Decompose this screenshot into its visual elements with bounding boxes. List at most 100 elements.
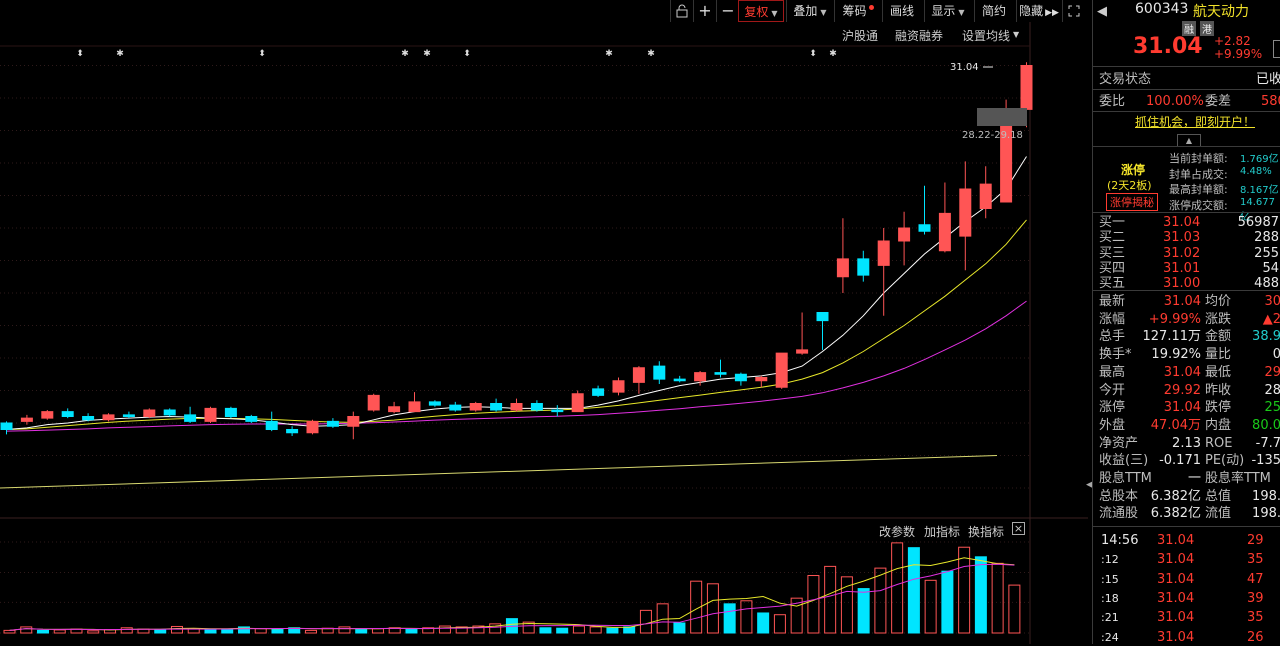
diejia-label: 叠加 [793,4,818,18]
huaxian-button[interactable]: 画线 [882,0,921,22]
divider [1093,89,1280,90]
volume-bar [958,546,971,634]
tick-volume: 29 [1247,533,1264,548]
tick-time: :15 [1101,572,1119,586]
notification-dot-icon [868,5,874,10]
fuquan-button[interactable]: 复权 ▼ [738,0,784,22]
candle-fill [776,353,788,388]
volume-bar [254,628,267,634]
candle-fill [837,258,849,277]
chevron-down-icon: ▼ [771,9,778,18]
stat-value: 6.382亿 [1150,506,1201,522]
volume-bar [338,626,351,634]
volume-bar [355,629,368,634]
candle-fill [572,393,584,412]
stat-label: 流值 [1205,506,1232,522]
volume-bar [304,629,317,634]
stat-value: 0 [1272,347,1280,363]
volume-bar [941,570,954,634]
candle-body [714,372,727,375]
candle-fill [103,414,114,420]
stat-label: 股息率TTM [1205,471,1271,486]
candle-body [592,388,605,396]
stat-value: 31.04 [1163,294,1201,309]
trade-status-label: 交易状态 [1099,72,1152,87]
yincang-button[interactable]: 隐藏 ▶▶ [1016,0,1061,22]
volume-bar [371,628,384,634]
xianshi-button[interactable]: 显示 ▼ [924,0,971,22]
stat-value: 一 [1187,471,1201,486]
stat-label: ROE [1205,435,1233,451]
stat-label: 跌停 [1205,400,1232,416]
candle-fill [409,401,420,412]
stat-label: 今开 [1099,382,1126,398]
candle-body [734,373,747,382]
stat-value: 31.04 [1163,400,1201,416]
limit-stat-label: 涨停成交额: [1169,198,1228,212]
volume-bar [271,628,284,634]
fullscreen-icon[interactable] [1062,0,1085,22]
jianyue-button[interactable]: 简约 [974,0,1013,22]
chevron-down-icon: ▼ [958,8,965,17]
tick-time: :21 [1101,611,1119,625]
stat-label: 流通股 [1099,506,1139,522]
candle-body [428,401,441,406]
zoom-out-icon[interactable]: − [716,0,739,22]
volume-bar [221,628,234,634]
back-icon[interactable]: ◀ [1097,4,1107,19]
candle-body [449,404,462,411]
event-marker-icon: ✱ [829,49,837,59]
weibi-label: 委比 [1099,94,1126,109]
volume-bar [991,562,1004,634]
candle-body [61,411,74,417]
stat-value: 28 [1264,382,1280,398]
candle-fill [470,403,482,410]
candle-fill [205,408,216,422]
volume-bar [170,625,183,634]
volume-bar [773,614,786,634]
open-account-banner[interactable]: 抓住机会，即刻开户！ [1135,114,1255,131]
stock-name: 航天动力 [1193,4,1249,20]
stat-label: 股息TTM [1099,471,1152,486]
stat-label: 最新 [1099,294,1126,309]
tick-time: :24 [1101,630,1119,644]
candle-body [184,414,197,422]
limit-up-reveal-button[interactable]: 涨停揭秘 [1106,193,1158,211]
huaxian-label: 画线 [889,4,914,18]
expand-handle[interactable] [1273,40,1280,58]
volume-bar [204,629,217,634]
lock-icon[interactable] [670,0,693,22]
diejia-button[interactable]: 叠加 ▼ [786,0,833,22]
tick-volume: 26 [1247,629,1264,645]
stat-value: 80.0 [1252,417,1280,433]
volume-bar [874,567,887,634]
kline-chart[interactable]: ⬍ ✱ ⬍ ✱ ✱ ⬍ ✱ ✱ ⬍ ✱ 31.04 28.22-29.18 [0,22,1088,644]
candle-fill [796,349,808,354]
tick-volume: 47 [1247,571,1264,587]
annotations: 31.04 28.22-29.18 [950,62,1023,141]
quote-panel: ◀ 600343 航天动力 融 港 31.04 +2.82 +9.99% 交易状… [1092,0,1280,645]
volume-bar [53,629,66,634]
stat-value: 38.9 [1252,329,1280,345]
tick-time: :18 [1101,591,1119,605]
volume-bar [556,627,569,634]
stock-code: 600343 [1135,1,1189,17]
volume-bar [405,628,418,634]
jianyue-label: 简约 [981,4,1006,18]
candle-body [918,224,931,232]
candle-fill [898,228,910,241]
zoom-in-icon[interactable]: + [693,0,716,22]
candle-body [265,420,278,430]
tick-price: 31.04 [1157,533,1195,548]
event-marker-icon: ✱ [647,49,655,59]
candle-fill [878,241,890,266]
divider [1093,290,1280,291]
stat-value: 198. [1252,488,1280,504]
chouma-button[interactable]: 筹码 [834,0,881,22]
stat-label: 换手* [1099,347,1132,363]
grid-lines [0,22,1088,644]
stat-value: 29 [1264,364,1280,380]
limit-stat-label: 当前封单额: [1169,152,1228,165]
stat-value: 29.92 [1163,382,1201,398]
candle-body [816,312,829,322]
